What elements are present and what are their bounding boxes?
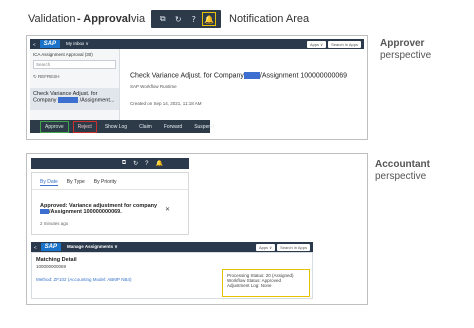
- bell-icon[interactable]: 🔔: [202, 12, 217, 26]
- refresh-label: REFRESH: [38, 74, 60, 79]
- task-title-b: /Assignment 100000000069: [259, 72, 348, 80]
- claim-button[interactable]: Claim: [135, 122, 156, 132]
- list-header: ICA Assignment Approval (30): [33, 52, 93, 57]
- tab-by-type[interactable]: By Type: [67, 179, 85, 186]
- approver-shell-bar: < SAP My Inbox ∨ Apps ∨ Search in Apps: [30, 39, 364, 49]
- refresh-icon[interactable]: ↻: [172, 13, 184, 25]
- apps-button[interactable]: Apps ∨: [255, 243, 276, 251]
- header-suffix: Notification Area: [229, 13, 310, 25]
- notification-line2: /Assignment 100000000069.: [49, 209, 122, 215]
- refresh-link[interactable]: ↻ REFRESH: [30, 69, 119, 85]
- sap-logo: SAP: [40, 243, 61, 251]
- header-approval: - Approval: [77, 13, 131, 25]
- search-apps-input[interactable]: Search in Apps: [277, 243, 310, 251]
- task-created: Created on Sep 14, 2021, 11:18 AM: [130, 101, 202, 107]
- show-log-button[interactable]: Show Log: [101, 122, 131, 132]
- copy-icon[interactable]: ⧉: [122, 160, 126, 167]
- bell-icon[interactable]: 🔔: [156, 160, 163, 167]
- status-box: Processing Status: 20 (Assigned) Workflo…: [222, 269, 310, 297]
- list-item-company: Company: [33, 97, 57, 104]
- back-button[interactable]: <: [33, 42, 36, 47]
- accountant-shell-bar: < SAP Manage Assignments ∨ Apps ∨ Search…: [31, 242, 313, 252]
- list-item[interactable]: Check Variance Adjust. for Company /Assi…: [30, 88, 119, 110]
- accountant-label: Accountant: [375, 159, 430, 170]
- redacted-box: [40, 209, 49, 215]
- task-footer: Approve Reject Show Log Claim Forward Su…: [30, 120, 214, 133]
- task-title-a: Check Variance Adjust. for Company: [130, 72, 244, 80]
- shell-icon-bar: ⧉ ↻ ? 🔔: [151, 10, 221, 28]
- apps-button[interactable]: Apps ∨: [306, 40, 327, 48]
- notification-time: 2 minutes ago: [40, 221, 69, 226]
- detail-method[interactable]: Method: ZF102 (Accounting Model: ABMP NB…: [36, 277, 131, 282]
- task-subtitle: SAP Workflow Runtime: [130, 84, 177, 90]
- list-item-assignment: /Assignment...: [79, 97, 115, 104]
- approver-perspective: perspective: [380, 50, 432, 61]
- approver-label: Approver: [380, 38, 425, 49]
- header-prefix: Validation: [28, 13, 76, 25]
- inbox-list: ICA Assignment Approval (30) Search ↻ RE…: [30, 49, 120, 121]
- app-title[interactable]: Manage Assignments ∨: [67, 244, 118, 250]
- detail-number: 100000000069: [36, 264, 67, 269]
- tab-by-priority[interactable]: By Priority: [94, 179, 117, 186]
- refresh-icon[interactable]: ↻: [133, 160, 138, 167]
- app-title[interactable]: My Inbox ∨: [66, 41, 89, 47]
- notification-item[interactable]: Approved: Variance adjustment for compan…: [32, 190, 188, 226]
- copy-icon[interactable]: ⧉: [157, 13, 169, 25]
- notification-shell-bar: ⧉ ↻ ? 🔔: [31, 158, 189, 169]
- help-icon[interactable]: ?: [145, 161, 148, 167]
- tab-by-date[interactable]: By Date: [40, 179, 58, 186]
- redacted-box: [243, 72, 260, 79]
- task-detail: Check Variance Adjust. for Company/Assig…: [130, 72, 362, 106]
- back-button[interactable]: <: [34, 245, 37, 250]
- refresh-icon: ↻: [33, 74, 37, 79]
- header-via: via: [131, 13, 146, 25]
- status-adjustment-log: Adjustment Log: None: [227, 283, 272, 288]
- matching-detail-page: Matching Detail 100000000069 Method: ZF1…: [31, 252, 313, 299]
- approve-button[interactable]: Approve: [40, 120, 69, 133]
- search-apps-input[interactable]: Search in Apps: [328, 40, 361, 48]
- list-search-input[interactable]: Search: [33, 60, 116, 69]
- accountant-perspective: perspective: [375, 171, 427, 182]
- redacted-box: [58, 97, 79, 103]
- notification-panel: By Date By Type By Priority Approved: Va…: [31, 172, 189, 235]
- help-icon[interactable]: ?: [188, 13, 200, 25]
- reject-button[interactable]: Reject: [72, 120, 97, 133]
- notification-tabs: By Date By Type By Priority: [32, 173, 188, 186]
- close-icon[interactable]: ✕: [165, 206, 170, 213]
- detail-title: Matching Detail: [36, 257, 77, 263]
- suspend-button[interactable]: Suspend: [190, 122, 218, 132]
- sap-logo: SAP: [39, 40, 60, 48]
- forward-button[interactable]: Forward: [160, 122, 186, 132]
